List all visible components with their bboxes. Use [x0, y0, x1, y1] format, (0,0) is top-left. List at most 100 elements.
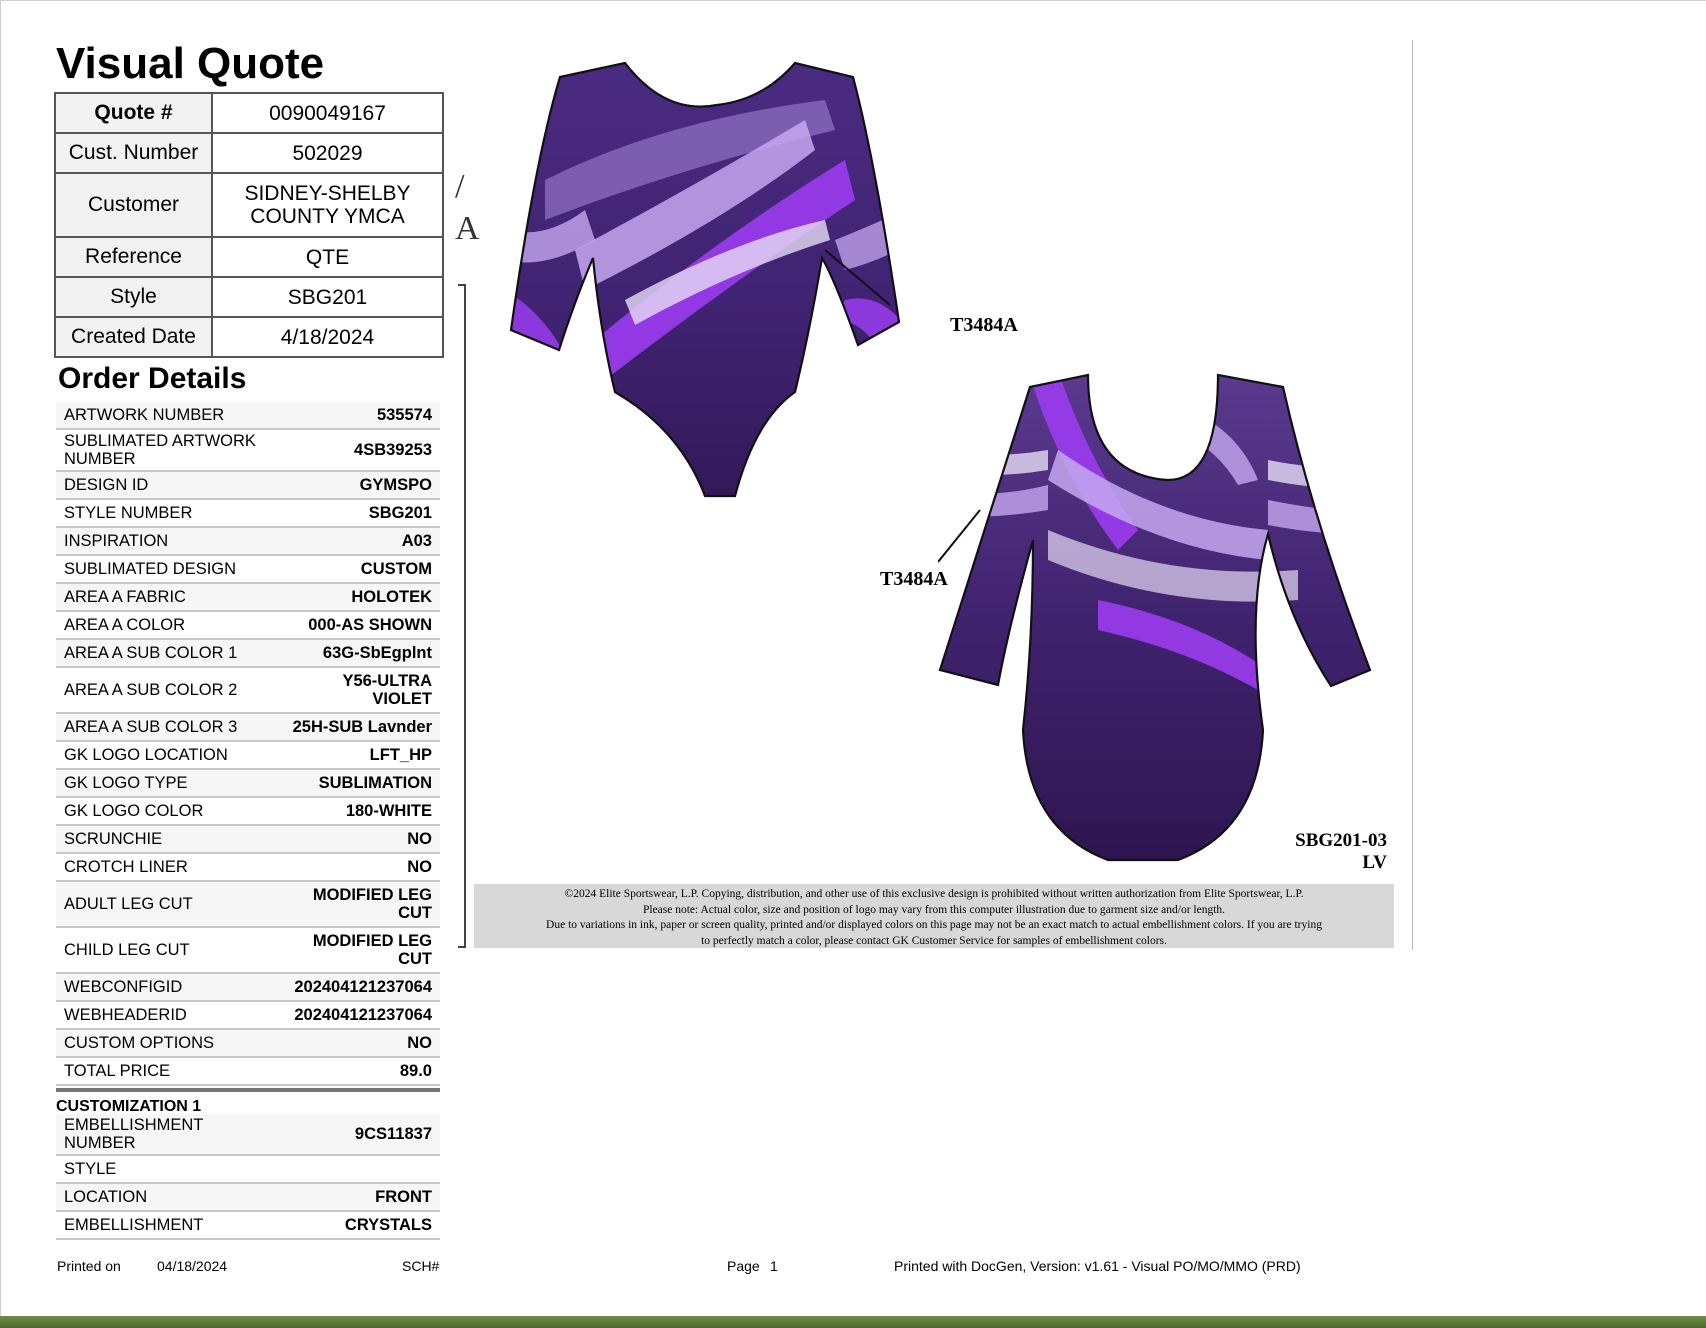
customization-row: STYLE — [56, 1156, 440, 1184]
detail-value: NO — [407, 858, 432, 876]
page-title: Visual Quote — [56, 39, 325, 88]
detail-row: WEBCONFIGID 202404121237064 — [56, 974, 440, 1002]
detail-row: GK LOGO LOCATION LFT_HP — [56, 742, 440, 770]
detail-row: AREA A SUB COLOR 3 25H-SUB Lavnder — [56, 714, 440, 742]
detail-row: ADULT LEG CUT MODIFIED LEG CUT — [56, 882, 440, 928]
detail-value: SUBLIMATION — [318, 774, 432, 792]
reference-label: Reference — [54, 236, 213, 278]
detail-row: AREA A FABRIC HOLOTEK — [56, 584, 440, 612]
detail-value: 25H-SUB Lavnder — [292, 718, 432, 736]
detail-label: CHILD LEG CUT — [64, 941, 190, 959]
detail-row: CROTCH LINER NO — [56, 854, 440, 882]
detail-value: 202404121237064 — [294, 978, 432, 996]
cust-number-row: Cust. Number 502029 — [54, 132, 444, 174]
style-code-line1: SBG201-03 — [1295, 830, 1387, 851]
detail-value: A03 — [401, 532, 432, 550]
customization-value: FRONT — [375, 1188, 432, 1206]
leotard-front-illustration: GK — [509, 61, 901, 498]
customization-row: LOCATION FRONT — [56, 1184, 440, 1212]
detail-label: CUSTOM OPTIONS — [64, 1034, 215, 1052]
detail-label: DESIGN ID — [64, 476, 149, 494]
detail-row: GK LOGO COLOR 180-WHITE — [56, 798, 440, 826]
detail-label: CROTCH LINER — [64, 858, 188, 876]
detail-value: 535574 — [376, 406, 432, 424]
detail-label: AREA A SUB COLOR 1 — [64, 644, 238, 662]
sch-label: SCH# — [402, 1258, 440, 1274]
created-date-row: Created Date 4/18/2024 — [54, 316, 444, 358]
page-number: 1 — [770, 1258, 778, 1274]
detail-row: GK LOGO TYPE SUBLIMATION — [56, 770, 440, 798]
back-callout-line — [938, 509, 981, 563]
detail-row: CHILD LEG CUT MODIFIED LEG CUT — [56, 928, 440, 974]
created-date-value: 4/18/2024 — [211, 316, 444, 358]
detail-label: AREA A COLOR — [64, 616, 186, 634]
detail-value: NO — [407, 830, 432, 848]
quote-info-table: Quote # 0090049167 Cust. Number 502029 C… — [54, 92, 444, 358]
quote-label: Quote # — [54, 92, 213, 134]
disclaimer-line: Please note: Actual color, size and posi… — [642, 903, 1226, 916]
detail-label: AREA A SUB COLOR 2 — [64, 681, 238, 699]
reference-row: Reference QTE — [54, 236, 444, 278]
gk-logo: GK — [803, 384, 830, 404]
detail-label: ADULT LEG CUT — [64, 895, 193, 913]
disclaimer-line: Due to variations in ink, paper or scree… — [546, 919, 1322, 931]
detail-label: INSPIRATION — [64, 532, 169, 550]
detail-value: GYMSPO — [359, 476, 432, 494]
detail-label: AREA A FABRIC — [64, 588, 186, 606]
front-callout-label: T3484A — [950, 314, 1018, 336]
detail-label: SCRUNCHIE — [64, 830, 163, 848]
detail-row: TOTAL PRICE 89.0 — [56, 1058, 440, 1086]
detail-value: 89.0 — [399, 1062, 432, 1080]
detail-label: SUBLIMATED ARTWORK NUMBER — [64, 432, 256, 468]
window-bottom-bar — [0, 1316, 1706, 1328]
quote-row: Quote # 0090049167 — [54, 92, 444, 134]
detail-row: CUSTOM OPTIONS NO — [56, 1030, 440, 1058]
leotard-back-illustration — [938, 373, 1372, 862]
printed-on-date: 04/18/2024 — [157, 1258, 228, 1274]
customization-label: EMBELLISHMENT — [64, 1216, 204, 1234]
copyright-disclaimer: ©2024 Elite Sportswear, L.P. Copying, di… — [474, 884, 1394, 948]
customization-row: EMBELLISHMENT NUMBER 9CS11837 — [56, 1114, 440, 1156]
customization-label: LOCATION — [64, 1188, 148, 1206]
detail-label: WEBHEADERID — [64, 1006, 187, 1024]
detail-value: 4SB39253 — [354, 441, 432, 459]
detail-row: AREA A SUB COLOR 2 Y56-ULTRA VIOLET — [56, 668, 440, 714]
detail-label: GK LOGO TYPE — [64, 774, 188, 792]
printed-on-label: Printed on — [57, 1258, 121, 1274]
customization-value: CRYSTALS — [344, 1216, 432, 1234]
cust-number-value: 502029 — [211, 132, 444, 174]
detail-label: ARTWORK NUMBER — [64, 406, 225, 424]
detail-label: TOTAL PRICE — [64, 1062, 171, 1080]
detail-value: 000-AS SHOWN — [308, 616, 432, 634]
detail-value: 202404121237064 — [294, 1006, 432, 1024]
customization-label: STYLE — [64, 1160, 117, 1178]
detail-value: NO — [407, 1034, 432, 1052]
docgen-info: Printed with DocGen, Version: v1.61 - Vi… — [894, 1258, 1301, 1274]
detail-value: 180-WHITE — [345, 802, 432, 820]
right-margin-rule — [1412, 40, 1413, 950]
page-label: Page — [727, 1258, 760, 1274]
detail-value: MODIFIED LEG CUT — [312, 886, 432, 922]
quote-value: 0090049167 — [211, 92, 444, 134]
detail-row: INSPIRATION A03 — [56, 528, 440, 556]
detail-value: SBG201 — [368, 504, 432, 522]
style-row: Style SBG201 — [54, 276, 444, 318]
customer-label: Customer — [54, 172, 213, 238]
style-label: Style — [54, 276, 213, 318]
detail-label: AREA A SUB COLOR 3 — [64, 718, 238, 736]
customization-value: 9CS11837 — [354, 1125, 432, 1143]
bracket-line — [458, 284, 466, 948]
detail-row: SUBLIMATED ARTWORK NUMBER 4SB39253 — [56, 430, 440, 472]
detail-row: STYLE NUMBER SBG201 — [56, 500, 440, 528]
detail-row: SCRUNCHIE NO — [56, 826, 440, 854]
customization-row: EMBELLISHMENT CRYSTALS — [56, 1212, 440, 1240]
disclaimer-line: to perfectly match a color, please conta… — [701, 934, 1167, 947]
detail-label: SUBLIMATED DESIGN — [64, 560, 237, 578]
detail-label: STYLE NUMBER — [64, 504, 193, 522]
detail-row: ARTWORK NUMBER 535574 — [56, 402, 440, 430]
customization-heading: CUSTOMIZATION 1 — [56, 1088, 440, 1115]
detail-value: Y56-ULTRA VIOLET — [342, 672, 432, 708]
detail-value: HOLOTEK — [351, 588, 432, 606]
cust-number-label: Cust. Number — [54, 132, 213, 174]
detail-row: WEBHEADERID 202404121237064 — [56, 1002, 440, 1030]
